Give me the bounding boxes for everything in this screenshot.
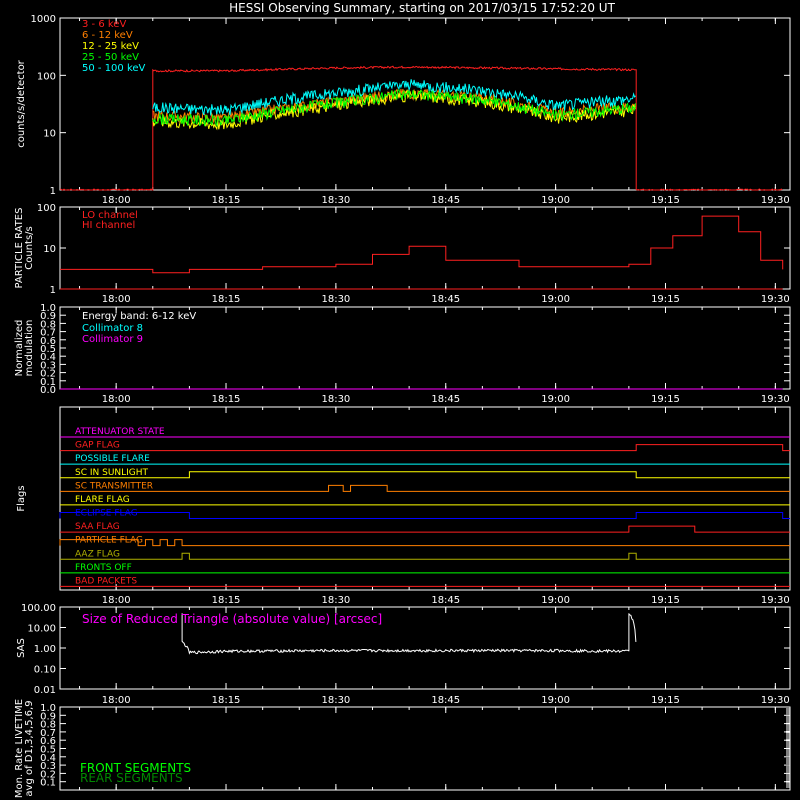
x-tick-label: 19:00 (541, 595, 570, 606)
legend-entry: 3 - 6 keV (82, 19, 126, 30)
x-tick-label: 19:00 (541, 294, 570, 305)
x-tick-label: 18:30 (321, 695, 350, 706)
x-tick-label: 19:30 (761, 195, 790, 206)
x-tick-label: 19:15 (651, 294, 680, 305)
flag-label: FLARE FLAG (75, 495, 130, 505)
x-tick-label: 18:00 (102, 695, 131, 706)
y-tick-label: 10 (43, 129, 56, 140)
legend-entry: Collimator 9 (82, 334, 143, 345)
x-tick-label: 18:15 (212, 294, 241, 305)
flag-label: SAA FLAG (75, 522, 120, 532)
flag-label: SC TRANSMITTER (75, 481, 153, 491)
y-axis-label: counts/s/detector (16, 59, 27, 147)
x-tick-label: 19:00 (541, 394, 570, 405)
flag-label: BAD PACKETS (75, 576, 137, 586)
y-tick-label: 1.00 (34, 644, 56, 655)
x-tick-label: 19:15 (651, 695, 680, 706)
flag-label: SC IN SUNLIGHT (75, 468, 149, 478)
y-tick-label: 10.00 (27, 624, 56, 635)
x-tick-label: 18:45 (431, 195, 460, 206)
y-tick-label: 100 (37, 71, 56, 82)
x-tick-label: 18:00 (102, 294, 131, 305)
x-tick-label: 18:30 (321, 394, 350, 405)
y-axis-label: avg of D1,3,4,5,6,9 (24, 700, 35, 796)
x-tick-label: 18:30 (321, 294, 350, 305)
flag-label: POSSIBLE FLARE (75, 454, 150, 464)
x-tick-label: 18:45 (431, 595, 460, 606)
flag-label: ECLIPSE FLAG (75, 509, 138, 519)
x-tick-label: 19:15 (651, 195, 680, 206)
legend-entry: 25 - 50 keV (82, 52, 139, 63)
y-tick-label: 10 (43, 244, 56, 255)
y-tick-label: 0.10 (34, 665, 56, 676)
legend-entry: Collimator 8 (82, 323, 143, 334)
figure-title: HESSI Observing Summary, starting on 201… (229, 1, 615, 15)
x-tick-label: 19:00 (541, 195, 570, 206)
x-tick-label: 19:30 (761, 595, 790, 606)
flag-label: GAP FLAG (75, 441, 120, 451)
flag-label: ATTENUATOR STATE (75, 427, 165, 437)
hessi-summary-figure: HESSI Observing Summary, starting on 201… (0, 0, 800, 800)
x-tick-label: 18:30 (321, 595, 350, 606)
annotation: Energy band: 6-12 keV (82, 311, 196, 322)
x-tick-label: 19:30 (761, 394, 790, 405)
y-tick-label: 1.0 (40, 303, 56, 314)
annotation: Size of Reduced Triangle (absolute value… (82, 612, 382, 626)
legend-entry: HI channel (82, 220, 135, 231)
y-tick-label: 1 (50, 186, 56, 197)
y-tick-label: 1.0 (40, 703, 56, 714)
x-tick-label: 18:45 (431, 294, 460, 305)
legend-entry: REAR SEGMENTS (80, 771, 183, 785)
x-tick-label: 19:30 (761, 294, 790, 305)
legend-entry: 12 - 25 keV (82, 41, 139, 52)
y-tick-label: 100 (37, 203, 56, 214)
x-tick-label: 18:15 (212, 394, 241, 405)
x-tick-label: 18:15 (212, 695, 241, 706)
x-tick-label: 19:15 (651, 394, 680, 405)
x-tick-label: 19:00 (541, 695, 570, 706)
flag-label: AAZ FLAG (75, 549, 120, 559)
x-tick-label: 18:45 (431, 695, 460, 706)
y-axis-label: Counts/s (24, 226, 35, 270)
x-tick-label: 19:15 (651, 595, 680, 606)
x-tick-label: 18:45 (431, 394, 460, 405)
flag-label: FRONTS OFF (75, 563, 132, 573)
x-tick-label: 18:15 (212, 195, 241, 206)
x-tick-label: 18:00 (102, 595, 131, 606)
x-tick-label: 18:30 (321, 195, 350, 206)
flag-label: PARTICLE FLAG (75, 536, 143, 546)
y-tick-label: 0.01 (34, 685, 56, 696)
y-axis-label: Flags (16, 485, 27, 511)
y-axis-label: SAS (16, 638, 27, 658)
legend-entry: 6 - 12 keV (82, 30, 133, 41)
y-tick-label: 1000 (31, 14, 56, 25)
y-tick-label: 1 (50, 285, 56, 296)
y-tick-label: 100.00 (21, 603, 56, 614)
legend-entry: 50 - 100 keV (82, 63, 146, 74)
y-axis-label: modulation (24, 320, 35, 377)
x-tick-label: 18:00 (102, 394, 131, 405)
x-tick-label: 19:30 (761, 695, 790, 706)
x-tick-label: 18:00 (102, 195, 131, 206)
x-tick-label: 18:15 (212, 595, 241, 606)
